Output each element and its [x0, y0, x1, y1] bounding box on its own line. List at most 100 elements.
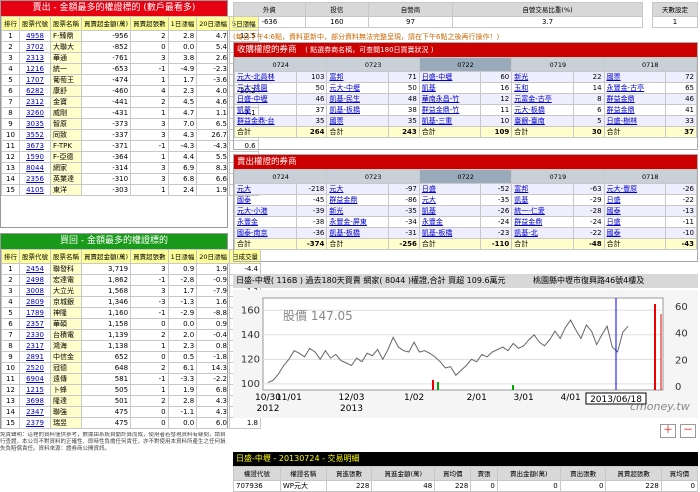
stock-code-link[interactable]: 2498 [19, 274, 51, 286]
broker-name-link[interactable]: 群益金鼎-竹 [418, 104, 482, 116]
stock-code-link[interactable]: 2357 [19, 318, 51, 330]
table-row[interactable]: 138044網家-31436.98.33.7 [1, 162, 259, 174]
broker-name-link[interactable]: 國泰 [234, 194, 297, 206]
broker-name-link[interactable]: 日盛-樹林 [603, 115, 667, 127]
broker-name-link[interactable]: 元大 [234, 183, 297, 195]
stock-code-link[interactable]: 3552 [19, 129, 51, 141]
stock-code-link[interactable]: 2356 [19, 173, 51, 185]
broker-name-link[interactable]: 凱基-板橋 [326, 104, 389, 116]
broker-name-link[interactable]: 國票 [326, 115, 389, 127]
stock-code-link[interactable]: 1789 [19, 307, 51, 319]
stock-code-link[interactable]: 3008 [19, 285, 51, 297]
stock-code-link[interactable]: 2313 [19, 52, 51, 64]
stock-code-link[interactable]: 1215 [19, 384, 51, 396]
stock-code-link[interactable]: 2330 [19, 329, 51, 341]
broker-name-link[interactable]: 元大-小港 [234, 205, 297, 217]
table-row[interactable]: 62357華碩1,15800.00.9-4.4 [1, 318, 261, 330]
stock-code-link[interactable]: 1707 [19, 74, 51, 86]
table-row[interactable]: 41216統一-653-1-4.9-2.30.9 [1, 63, 259, 75]
broker-name-link[interactable]: 凱基 [511, 194, 574, 206]
table-row[interactable]: 42809京城銀1,346-3-1.31.6-252.4 [1, 296, 261, 308]
table-row[interactable]: 11 3673 F-TPK -371 -1 -4.3 -4.3 0.6 [1, 140, 259, 152]
broker-name-link[interactable]: 玉和 [511, 82, 574, 94]
zoom-out-button[interactable]: － [680, 424, 696, 438]
stock-code-link[interactable]: 6904 [19, 373, 51, 385]
broker-name-link[interactable]: 日盛 [603, 216, 667, 228]
table-row[interactable]: 51707葡萄王-47411.7-3.66.1 [1, 74, 259, 86]
broker-name-link[interactable]: 凱基 [418, 205, 482, 217]
broker-name-link[interactable]: 元富金-古亭 [511, 93, 574, 105]
stock-code-link[interactable]: 2454 [19, 263, 51, 275]
table-row[interactable]: 1 4958 F-臻鼎 -956 2 2.8 4.7 12.5 [1, 30, 259, 42]
table-row[interactable]: 116904遠傳581-1-3.3-2.2-8.7 [1, 373, 261, 385]
broker-name-link[interactable]: 永豐金-屏東 [326, 216, 390, 228]
broker-name-link[interactable]: 群益金鼎 [511, 216, 574, 228]
table-row[interactable]: 22498宏達電1,862-1-2.8-0.9-3.5 [1, 274, 261, 286]
table-row[interactable]: 8 3260 威剛 -431 1 4.7 1.1 7.1 [1, 107, 259, 119]
table-row[interactable]: 72330台積電1,13922.0-0.4-2.3 [1, 329, 261, 341]
broker-name-link[interactable]: 元大-豐原 [603, 183, 667, 195]
broker-name-link[interactable]: 永豐金 [234, 216, 297, 228]
stock-code-link[interactable]: 4958 [19, 30, 51, 42]
stock-code-link[interactable]: 2520 [19, 362, 51, 374]
broker-name-link[interactable]: 元大-板橋 [511, 104, 574, 116]
stock-code-link[interactable]: 3702 [19, 41, 51, 53]
broker-name-link[interactable]: 群益金鼎 [603, 93, 667, 105]
broker-name-link[interactable]: 元大 [326, 183, 390, 195]
broker-name-link[interactable]: 國泰-南京 [234, 227, 297, 239]
table-row[interactable]: 103552同致-33734.326.73.1 [1, 129, 259, 141]
stock-code-link[interactable]: 2317 [19, 340, 51, 352]
table-row[interactable]: 121590F-亞德-36414.45.55.5 [1, 151, 259, 163]
broker-name-link[interactable]: 凱基 [418, 82, 482, 94]
stock-code-link[interactable]: 1590 [19, 151, 51, 163]
table-row[interactable]: 133698隆達50122.84.3-7.2 [1, 395, 261, 407]
broker-name-link[interactable]: 凱基-三重 [418, 115, 482, 127]
table-row[interactable]: 1 2454 聯發科 3,719 3 0.9 1.9 -4.4 [1, 263, 261, 275]
table-row[interactable]: 102520冠德64826.114.3-5.4 [1, 362, 261, 374]
stock-code-link[interactable]: 3260 [19, 107, 51, 119]
price-chart[interactable]: 1601401201006040200股價 147.0510/3011/01 12… [233, 290, 698, 418]
stock-code-link[interactable]: 8044 [19, 162, 51, 174]
table-row[interactable]: 51789神隆1,160-1-2.9-8.8-4.0 [1, 307, 261, 319]
broker-name-link[interactable]: 國票 [603, 71, 667, 83]
stock-code-link[interactable]: 2891 [19, 351, 51, 363]
days-value[interactable]: 1 [652, 16, 698, 28]
stock-code-link[interactable]: 2809 [19, 296, 51, 308]
broker-name-link[interactable]: 元大 [418, 194, 482, 206]
chart-area[interactable]: 160 140 120 100 60 40 20 0 股價 147.05 10/30 11/01 12… [233, 290, 698, 418]
broker-name-link[interactable]: 群益金鼎-台 [234, 115, 297, 127]
stock-code-link[interactable]: 3698 [19, 395, 51, 407]
table-row[interactable]: 154105東洋-30312.41.94.1 [1, 184, 259, 196]
broker-name-link[interactable]: 永豐金-古亭 [603, 82, 667, 94]
table-row[interactable]: 93035智原-37337.06.55.4 [1, 118, 259, 130]
broker-name-link[interactable]: 凱基-板橋 [418, 227, 482, 239]
table-row[interactable]: 92891中信金65200.5-1.8-1.6 [1, 351, 261, 363]
stock-code-link[interactable]: 6282 [19, 85, 51, 97]
stock-code-link[interactable]: 3035 [19, 118, 51, 130]
broker-name-link[interactable]: 凱基-北 [511, 227, 574, 239]
stock-code-link[interactable]: 3673 [19, 140, 51, 152]
broker-name-link[interactable]: 凱基 [234, 104, 297, 116]
table-row[interactable]: 82317鴻海1,13812.30.81.8 [1, 340, 261, 352]
table-row[interactable]: 72312金寶-44124.54.613.3 [1, 96, 259, 108]
table-row[interactable]: 32313華通-76133.82.62.8 [1, 52, 259, 64]
broker-name-link[interactable]: 群益金鼎 [603, 104, 667, 116]
table-row[interactable]: 23702大聯大-85200.05.415.7 [1, 41, 259, 53]
broker-name-link[interactable]: 日盛 [418, 183, 482, 195]
broker-name-link[interactable]: 凱基-民生 [326, 93, 389, 105]
table-row[interactable]: 142356英業達-31036.86.61.6 [1, 173, 259, 185]
broker-name-link[interactable]: 統一-仁愛 [511, 205, 574, 217]
broker-name-link[interactable]: 元大-北員林 [234, 71, 297, 83]
broker-name-link[interactable]: 新光 [511, 71, 574, 83]
stock-code-link[interactable]: 2312 [19, 96, 51, 108]
broker-name-link[interactable]: 臺銀-臺南 [511, 115, 574, 127]
stock-code-link[interactable]: 2347 [19, 406, 51, 418]
stock-code-link[interactable]: 1216 [19, 63, 51, 75]
table-row[interactable]: 142347聯強4750-1.14.33.1 [1, 406, 261, 418]
broker-name-link[interactable]: 日盛 [603, 194, 667, 206]
broker-name-link[interactable]: 富邦 [511, 183, 574, 195]
broker-name-link[interactable]: 凱基-板橋 [326, 227, 390, 239]
broker-name-link[interactable]: 國泰 [603, 227, 667, 239]
broker-name-link[interactable]: 富邦 [326, 71, 389, 83]
table-row[interactable]: 121215卜蜂50511.96.8-1.1 [1, 384, 261, 396]
